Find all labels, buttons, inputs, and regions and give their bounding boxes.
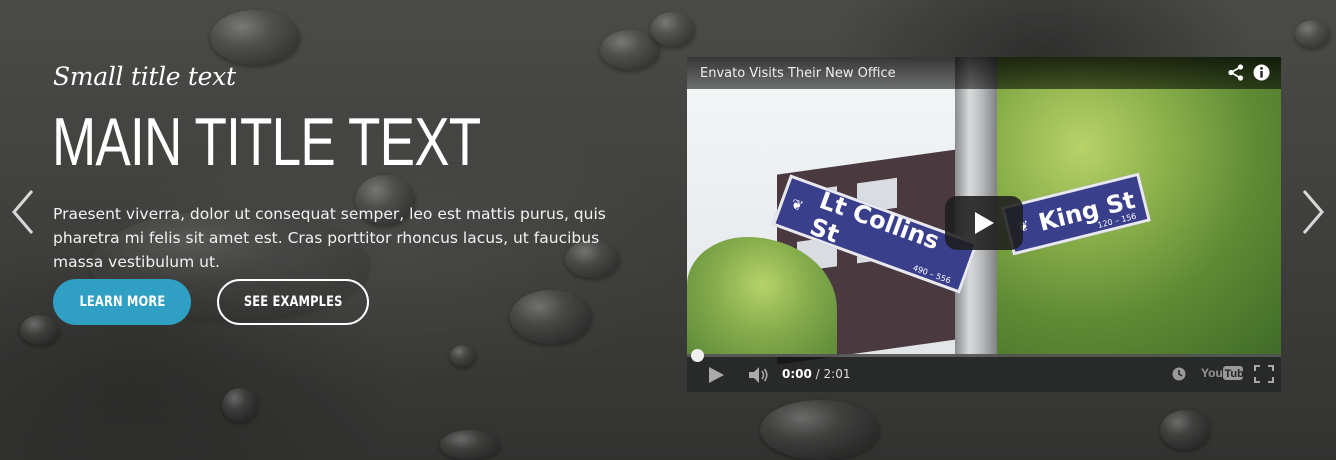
small-title: Small title text [53, 62, 236, 91]
info-icon[interactable] [1253, 64, 1270, 81]
watch-later-icon[interactable] [1172, 367, 1186, 381]
svg-text:You: You [1201, 366, 1223, 380]
video-player[interactable]: ❦ Lt Collins St 490 – 556 ❦ King St 120 … [687, 57, 1281, 392]
learn-more-label: LEARN MORE [79, 294, 165, 310]
progress-bar[interactable] [687, 354, 1281, 357]
share-icon[interactable] [1228, 64, 1244, 81]
play-overlay-button[interactable] [945, 196, 1023, 250]
video-title[interactable]: Envato Visits Their New Office [700, 66, 896, 81]
time-separator: / [811, 367, 824, 381]
carousel-prev-button[interactable] [8, 188, 38, 236]
see-examples-button[interactable]: SEE EXAMPLES [217, 279, 369, 325]
learn-more-button[interactable]: LEARN MORE [53, 279, 191, 325]
scrub-handle[interactable] [691, 349, 704, 362]
svg-text:Tube: Tube [1225, 368, 1244, 380]
chevron-left-icon [12, 190, 34, 234]
play-icon[interactable] [708, 367, 724, 383]
play-icon [975, 212, 994, 234]
player-titlebar: Envato Visits Their New Office [687, 57, 1281, 89]
hero-description: Praesent viverra, dolor ut consequat sem… [53, 205, 606, 271]
volume-icon[interactable] [749, 367, 769, 383]
carousel-next-button[interactable] [1298, 188, 1328, 236]
duration: 2:01 [823, 367, 851, 381]
player-controls: 0:00 / 2:01 You Tube [687, 349, 1281, 392]
see-examples-label: SEE EXAMPLES [243, 294, 343, 310]
current-time: 0:00 [782, 367, 812, 381]
time-display: 0:00 / 2:01 [782, 367, 850, 381]
fullscreen-icon[interactable] [1254, 365, 1274, 383]
main-title: MAIN TITLE TEXT [52, 104, 481, 180]
chevron-right-icon [1302, 190, 1324, 234]
leaf-icon: ❦ [788, 196, 806, 216]
youtube-logo-icon[interactable]: You Tube [1201, 364, 1243, 382]
